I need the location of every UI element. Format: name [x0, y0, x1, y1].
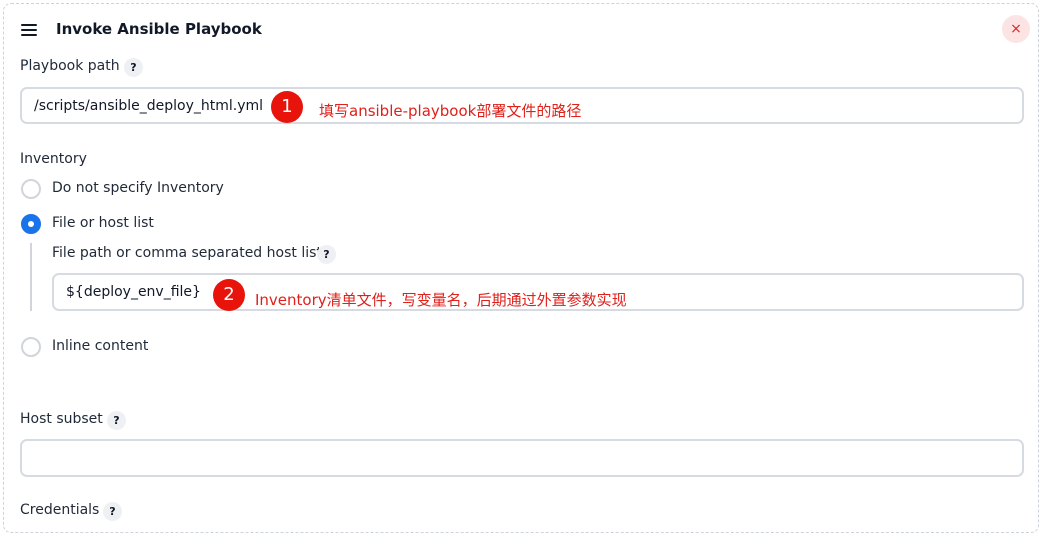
host-subset-label: Host subset — [20, 411, 103, 427]
playbook-path-help-icon[interactable]: ? — [124, 58, 143, 77]
file-path-label: File path or comma separated host list — [52, 245, 322, 261]
file-path-value: ${deploy_env_file} — [66, 284, 201, 300]
host-subset-input[interactable] — [20, 439, 1024, 477]
inventory-label: Inventory — [20, 151, 87, 167]
annotation-badge-1: 1 — [271, 91, 303, 123]
annotation-badge-2: 2 — [213, 279, 245, 311]
radio-file-or-host-list[interactable] — [21, 214, 41, 234]
playbook-path-value: /scripts/ansible_deploy_html.yml — [34, 97, 264, 114]
close-icon[interactable]: × — [1002, 15, 1030, 43]
annotation-text-2: Inventory清单文件，写变量名，后期通过外置参数实现 — [255, 291, 627, 309]
nested-options-divider — [30, 243, 32, 311]
credentials-label: Credentials — [20, 502, 100, 518]
radio-file-or-host-list-label[interactable]: File or host list — [52, 215, 154, 231]
drag-handle-icon[interactable] — [21, 24, 37, 36]
radio-inline-content[interactable] — [21, 337, 41, 357]
radio-inline-content-label[interactable]: Inline content — [52, 338, 148, 354]
playbook-path-label: Playbook path — [20, 58, 120, 74]
annotation-text-1: 填写ansible-playbook部署文件的路径 — [319, 102, 582, 120]
radio-no-inventory[interactable] — [21, 179, 41, 199]
step-title: Invoke Ansible Playbook — [56, 20, 262, 38]
host-subset-help-icon[interactable]: ? — [107, 411, 126, 430]
file-path-help-icon[interactable]: ? — [317, 245, 336, 264]
radio-no-inventory-label[interactable]: Do not specify Inventory — [52, 180, 224, 196]
